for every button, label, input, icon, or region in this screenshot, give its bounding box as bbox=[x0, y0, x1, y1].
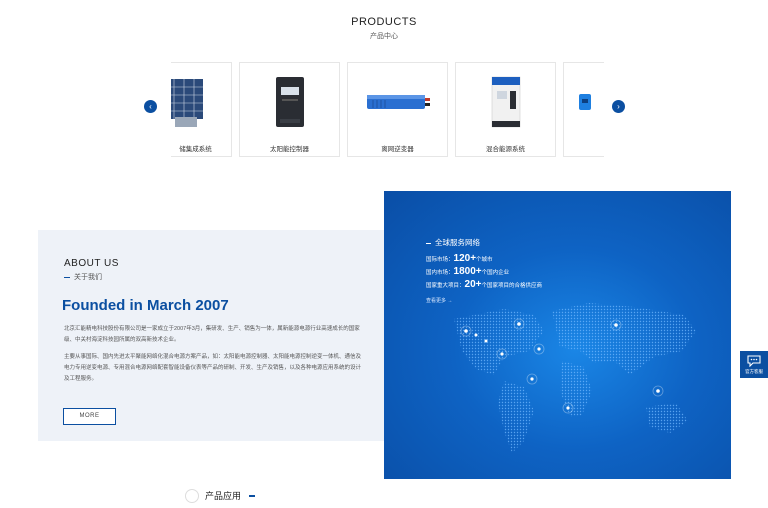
stat-international: 国际市场：120+个城市 bbox=[426, 253, 493, 264]
product-card-device[interactable] bbox=[563, 62, 604, 157]
solar-controller-icon bbox=[240, 73, 339, 131]
carousel-next-button[interactable]: › bbox=[612, 100, 625, 113]
about-panel: ABOUT US 关于我们 Founded in March 2007 北京汇能… bbox=[38, 230, 384, 441]
customer-service-label: 官方客服 bbox=[745, 369, 763, 374]
network-title: 全球服务网络 bbox=[426, 237, 480, 248]
product-label: 太阳能控制器 bbox=[270, 146, 309, 153]
product-card-energy-storage[interactable]: 储集成系统 bbox=[171, 62, 232, 157]
products-title: PRODUCTS bbox=[351, 16, 417, 28]
hybrid-energy-icon bbox=[456, 73, 555, 131]
product-label: 混合能源系统 bbox=[486, 146, 525, 153]
stat-value: 20 bbox=[464, 279, 476, 290]
global-network-map: 全球服务网络 国际市场：120+个城市 国内市场：1800+个国内企业 国家重大… bbox=[384, 191, 731, 479]
circle-icon bbox=[185, 489, 199, 503]
stat-unit: 个国家项目的合格供应商 bbox=[481, 283, 542, 289]
dash-icon bbox=[249, 495, 255, 497]
network-more-link[interactable]: 查看更多 → bbox=[426, 297, 452, 304]
about-subtitle-text: 关于我们 bbox=[74, 274, 102, 281]
stat-prefix: 国际市场： bbox=[426, 257, 454, 263]
dash-icon bbox=[426, 242, 431, 244]
about-headline: Founded in March 2007 bbox=[62, 297, 229, 314]
customer-service-widget[interactable]: 官方客服 bbox=[740, 351, 768, 378]
stat-value: 120 bbox=[453, 253, 471, 264]
about-more-button[interactable]: MORE bbox=[63, 408, 116, 425]
stat-value: 1800 bbox=[453, 266, 476, 277]
product-card-hybrid-energy[interactable]: 混合能源系统 bbox=[455, 62, 556, 157]
chat-icon bbox=[747, 355, 761, 367]
stat-unit: 个城市 bbox=[476, 257, 493, 263]
stat-prefix: 国家重大项目： bbox=[426, 283, 465, 289]
product-card-solar-controller[interactable]: 太阳能控制器 bbox=[239, 62, 340, 157]
stat-domestic: 国内市场：1800+个国内企业 bbox=[426, 266, 509, 277]
device-icon bbox=[564, 73, 604, 131]
stat-unit: 个国内企业 bbox=[481, 270, 510, 276]
products-subtitle: 产品中心 bbox=[370, 33, 398, 40]
product-label: 储集成系统 bbox=[179, 146, 212, 153]
product-carousel: 储集成系统 太阳能控制器 离网逆变器 混合能源系统 bbox=[171, 62, 604, 159]
product-card-inverter[interactable]: 离网逆变器 bbox=[347, 62, 448, 157]
about-paragraph-2: 主要从事国际、国内先进太平聚能网络化混合电源方案产品，如：太阳能电源控制器、太阳… bbox=[64, 354, 362, 382]
stat-national-projects: 国家重大项目：20+个国家项目的合格供应商 bbox=[426, 279, 542, 290]
solar-panel-icon bbox=[171, 73, 231, 131]
about-title: ABOUT US bbox=[64, 258, 119, 269]
inverter-icon bbox=[348, 73, 447, 131]
stat-prefix: 国内市场： bbox=[426, 270, 454, 276]
dash-icon bbox=[64, 276, 70, 278]
network-title-text: 全球服务网络 bbox=[435, 238, 480, 247]
about-paragraph-1: 北京汇能精电科技股份有限公司是一家成立于2007年3月，集研发、生产、销售为一体… bbox=[64, 326, 360, 343]
carousel-prev-button[interactable]: ‹ bbox=[144, 100, 157, 113]
world-map-icon bbox=[454, 303, 696, 453]
product-application-title: 产品应用 bbox=[205, 491, 242, 501]
product-label: 离网逆变器 bbox=[381, 146, 414, 153]
about-subtitle: 关于我们 bbox=[64, 272, 102, 282]
